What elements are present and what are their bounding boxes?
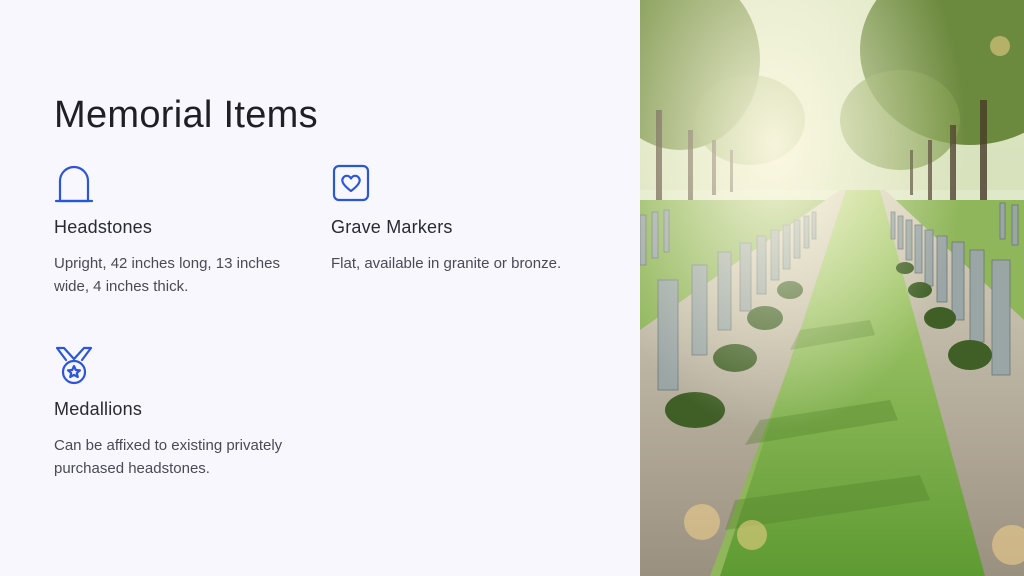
item-heading: Grave Markers [331, 217, 453, 237]
heart-frame-icon [331, 163, 371, 203]
cemetery-path-photo [640, 0, 1024, 576]
item-text: Can be affixed to existing privately pur… [54, 437, 283, 477]
item-medallions: Medallions Can be affixed to existing pr… [54, 345, 314, 480]
headstone-icon [54, 163, 94, 203]
slide: Memorial Items Headstones Upright, 42 in… [0, 0, 1024, 576]
item-heading: Headstones [54, 217, 153, 237]
item-text: Flat, available in granite or bronze. [331, 255, 562, 272]
item-heading: Medallions [54, 399, 143, 419]
item-headstones: Headstones Upright, 42 inches long, 13 i… [54, 163, 314, 298]
item-grave-markers: Grave Markers Flat, available in granite… [331, 163, 601, 275]
content-panel: Memorial Items Headstones Upright, 42 in… [0, 0, 640, 576]
slide-title: Memorial Items [54, 94, 318, 136]
item-text: Upright, 42 inches long, 13 inches wide,… [54, 255, 280, 295]
medal-icon [54, 345, 94, 385]
